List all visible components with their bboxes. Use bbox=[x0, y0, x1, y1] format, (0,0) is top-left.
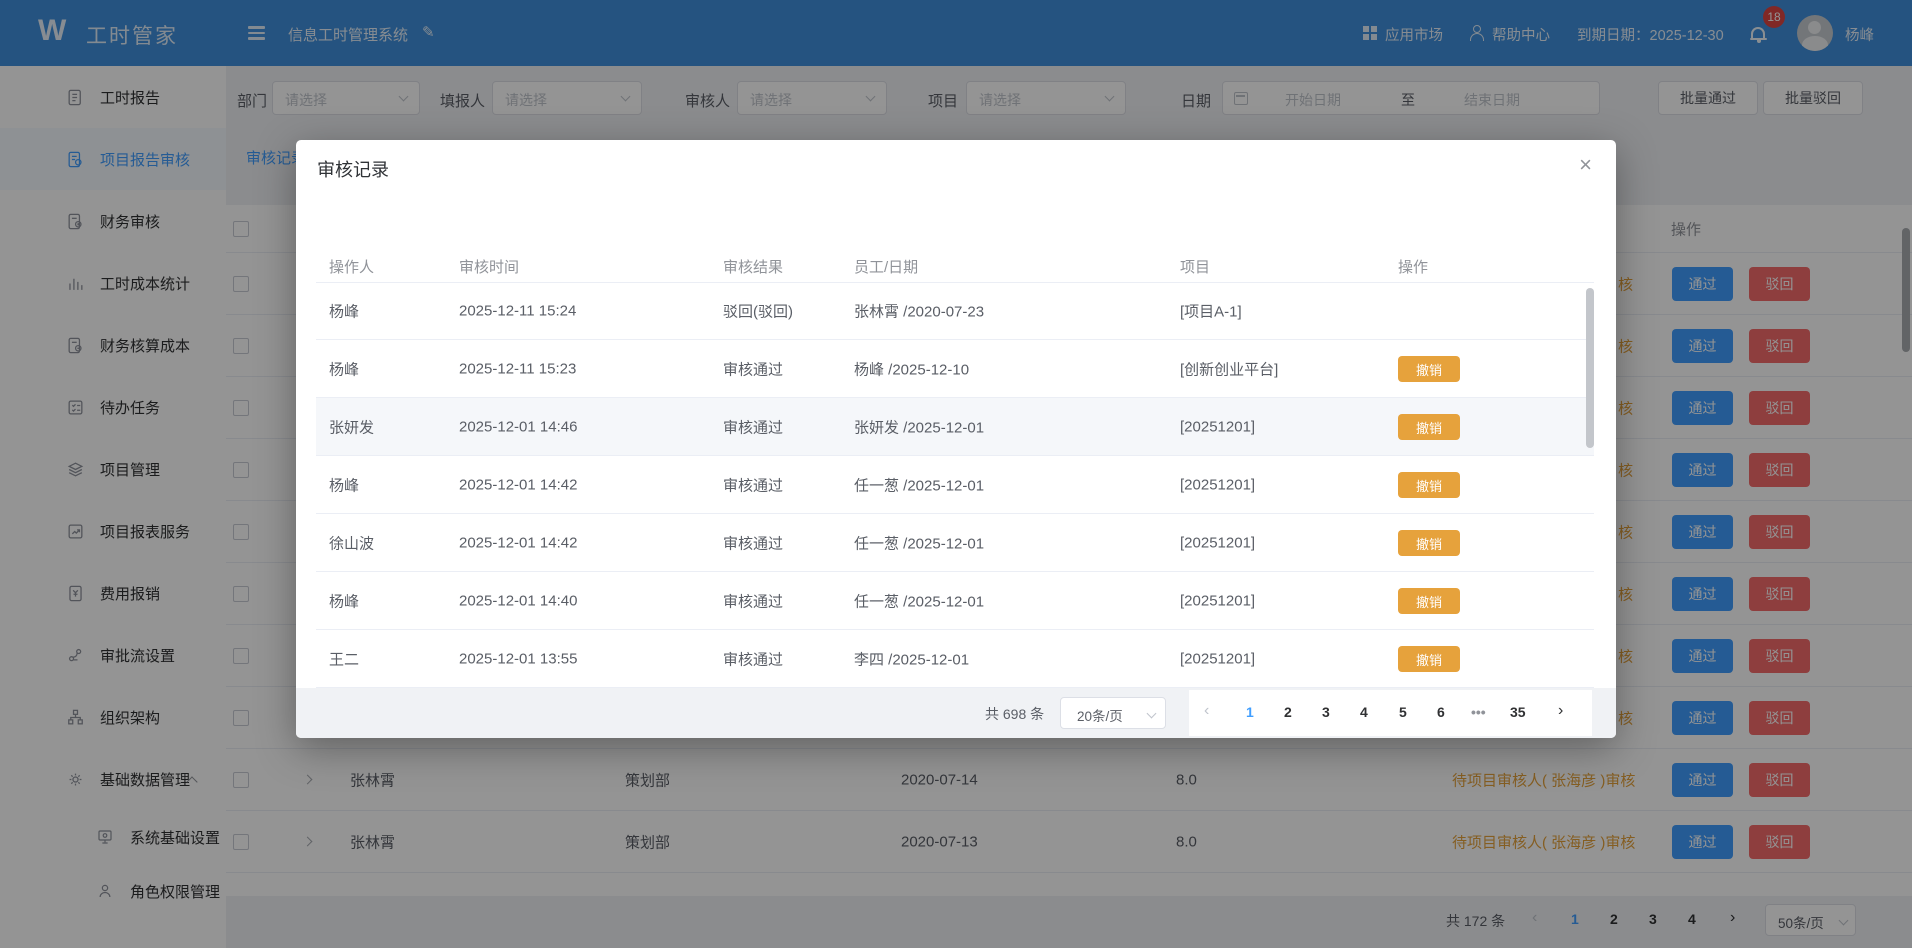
modal-title: 审核记录 bbox=[317, 156, 389, 182]
audit-record-row: 杨峰 2025-12-01 14:42 审核通过 任一葱 /2025-12-01… bbox=[316, 456, 1594, 514]
next-page-icon[interactable]: › bbox=[1558, 702, 1563, 720]
audit-records-modal: 审核记录 × 操作人 审核时间 审核结果 员工/日期 项目 操作 杨峰 2025… bbox=[296, 140, 1616, 738]
col-employee: 员工/日期 bbox=[854, 256, 918, 277]
more-pages-icon[interactable]: ••• bbox=[1471, 704, 1486, 720]
total-count-label: 共 698 条 bbox=[985, 704, 1044, 724]
col-time: 审核时间 bbox=[459, 256, 519, 277]
pager: ‹ 1 2 3 4 5 6 ••• 35 › bbox=[1189, 690, 1592, 736]
modal-pagination: 共 698 条 20条/页 ‹ 1 2 3 4 5 6 ••• 35 › bbox=[296, 688, 1616, 738]
revoke-button[interactable]: 撤销 bbox=[1398, 414, 1460, 440]
page-number[interactable]: 4 bbox=[1360, 704, 1368, 720]
revoke-button[interactable]: 撤销 bbox=[1398, 472, 1460, 498]
audit-record-row: 杨峰 2025-12-11 15:23 审核通过 杨峰 /2025-12-10 … bbox=[316, 340, 1594, 398]
col-action: 操作 bbox=[1398, 256, 1428, 277]
audit-record-row: 张妍发 2025-12-01 14:46 审核通过 张妍发 /2025-12-0… bbox=[316, 398, 1594, 456]
audit-record-row: 杨峰 2025-12-11 15:24 驳回(驳回) 张林霄 /2020-07-… bbox=[316, 282, 1594, 340]
revoke-button[interactable]: 撤销 bbox=[1398, 588, 1460, 614]
page-number[interactable]: 35 bbox=[1510, 704, 1526, 720]
page-size-select[interactable]: 20条/页 bbox=[1060, 697, 1166, 729]
col-result: 审核结果 bbox=[723, 256, 783, 277]
modal-scrollbar[interactable] bbox=[1586, 288, 1594, 448]
page-number[interactable]: 3 bbox=[1322, 704, 1330, 720]
col-operator: 操作人 bbox=[329, 256, 374, 277]
audit-records-list: 杨峰 2025-12-11 15:24 驳回(驳回) 张林霄 /2020-07-… bbox=[316, 282, 1594, 688]
app-window: W 工时管家 信息工时管理系统 ✎ 应用市场 帮助中心 到期日期：2025-12… bbox=[0, 0, 1912, 948]
audit-record-row: 王二 2025-12-01 13:55 审核通过 李四 /2025-12-01 … bbox=[316, 630, 1594, 688]
audit-record-row: 徐山波 2025-12-01 14:42 审核通过 任一葱 /2025-12-0… bbox=[316, 514, 1594, 572]
page-number[interactable]: 1 bbox=[1246, 704, 1254, 720]
close-icon[interactable]: × bbox=[1579, 154, 1592, 176]
col-project: 项目 bbox=[1180, 256, 1210, 277]
audit-record-row: 杨峰 2025-12-01 14:40 审核通过 任一葱 /2025-12-01… bbox=[316, 572, 1594, 630]
page-number[interactable]: 2 bbox=[1284, 704, 1292, 720]
revoke-button[interactable]: 撤销 bbox=[1398, 646, 1460, 672]
chevron-down-icon bbox=[1147, 709, 1157, 719]
page-number[interactable]: 6 bbox=[1437, 704, 1445, 720]
prev-page-icon[interactable]: ‹ bbox=[1204, 702, 1209, 720]
page-number[interactable]: 5 bbox=[1399, 704, 1407, 720]
revoke-button[interactable]: 撤销 bbox=[1398, 356, 1460, 382]
revoke-button[interactable]: 撤销 bbox=[1398, 530, 1460, 556]
